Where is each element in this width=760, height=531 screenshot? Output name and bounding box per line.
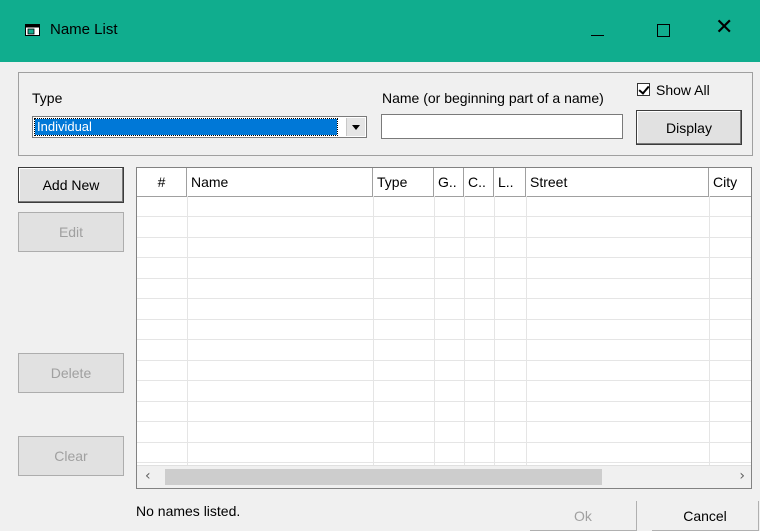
cancel-button[interactable]: Cancel xyxy=(652,501,759,531)
column-header-name[interactable]: Name xyxy=(187,168,373,196)
column-header-c[interactable]: C.. xyxy=(464,168,494,196)
grid-row-line xyxy=(137,421,751,422)
column-header-l[interactable]: L.. xyxy=(494,168,526,196)
grid-row-line xyxy=(137,462,751,463)
column-header-number[interactable]: # xyxy=(137,168,187,196)
ok-button-label: Ok xyxy=(574,507,592,524)
type-label: Type xyxy=(32,90,63,106)
chevron-down-icon[interactable] xyxy=(346,118,365,136)
grid-row-line xyxy=(137,401,751,402)
grid-row-line xyxy=(137,339,751,340)
grid-row-line xyxy=(137,380,751,381)
scroll-right-icon[interactable]: › xyxy=(739,468,745,484)
display-button-label: Display xyxy=(666,119,712,136)
column-header-g[interactable]: G.. xyxy=(434,168,464,196)
show-all-label[interactable]: Show All xyxy=(656,82,710,98)
minimize-icon[interactable] xyxy=(578,10,618,50)
add-new-button-label: Add New xyxy=(42,177,100,193)
status-message: No names listed. xyxy=(136,503,241,519)
type-combobox-value: Individual xyxy=(34,118,338,136)
grid-row-line xyxy=(137,257,751,258)
column-header-type[interactable]: Type xyxy=(373,168,434,196)
edit-button-label: Edit xyxy=(58,224,84,240)
names-grid[interactable]: # Name Type G.. C.. L.. Street City ‹ › xyxy=(136,167,752,489)
add-new-button[interactable]: Add New xyxy=(18,167,124,203)
delete-button-label: Delete xyxy=(50,365,92,381)
name-label: Name (or beginning part of a name) xyxy=(382,90,604,106)
maximize-icon[interactable] xyxy=(643,10,683,50)
type-combobox[interactable]: Individual xyxy=(32,116,367,138)
clear-button-label: Clear xyxy=(54,448,88,464)
scroll-left-icon[interactable]: ‹ xyxy=(145,468,151,484)
grid-header: # Name Type G.. C.. L.. Street City xyxy=(137,168,751,197)
show-all-checkbox[interactable] xyxy=(637,83,650,96)
title-bar: Name List ✕ xyxy=(0,0,760,62)
display-button[interactable]: Display xyxy=(636,110,742,145)
column-header-street[interactable]: Street xyxy=(526,168,709,196)
grid-row-line xyxy=(137,360,751,361)
name-search-input[interactable] xyxy=(381,114,623,139)
grid-row-line xyxy=(137,442,751,443)
grid-row-line xyxy=(137,298,751,299)
delete-button[interactable]: Delete xyxy=(18,353,124,393)
scrollbar-thumb[interactable] xyxy=(165,469,602,485)
close-icon[interactable]: ✕ xyxy=(704,10,744,50)
cancel-button-label: Cancel xyxy=(683,507,727,524)
window-app-icon xyxy=(25,24,40,36)
window-title: Name List xyxy=(50,21,118,38)
grid-row-line xyxy=(137,278,751,279)
grid-row-line xyxy=(137,319,751,320)
edit-button[interactable]: Edit xyxy=(18,212,124,252)
horizontal-scrollbar[interactable]: ‹ › xyxy=(137,465,751,488)
grid-row-line xyxy=(137,216,751,217)
clear-button[interactable]: Clear xyxy=(18,436,124,476)
ok-button[interactable]: Ok xyxy=(530,501,637,531)
grid-row-line xyxy=(137,237,751,238)
column-header-city[interactable]: City xyxy=(709,168,751,196)
